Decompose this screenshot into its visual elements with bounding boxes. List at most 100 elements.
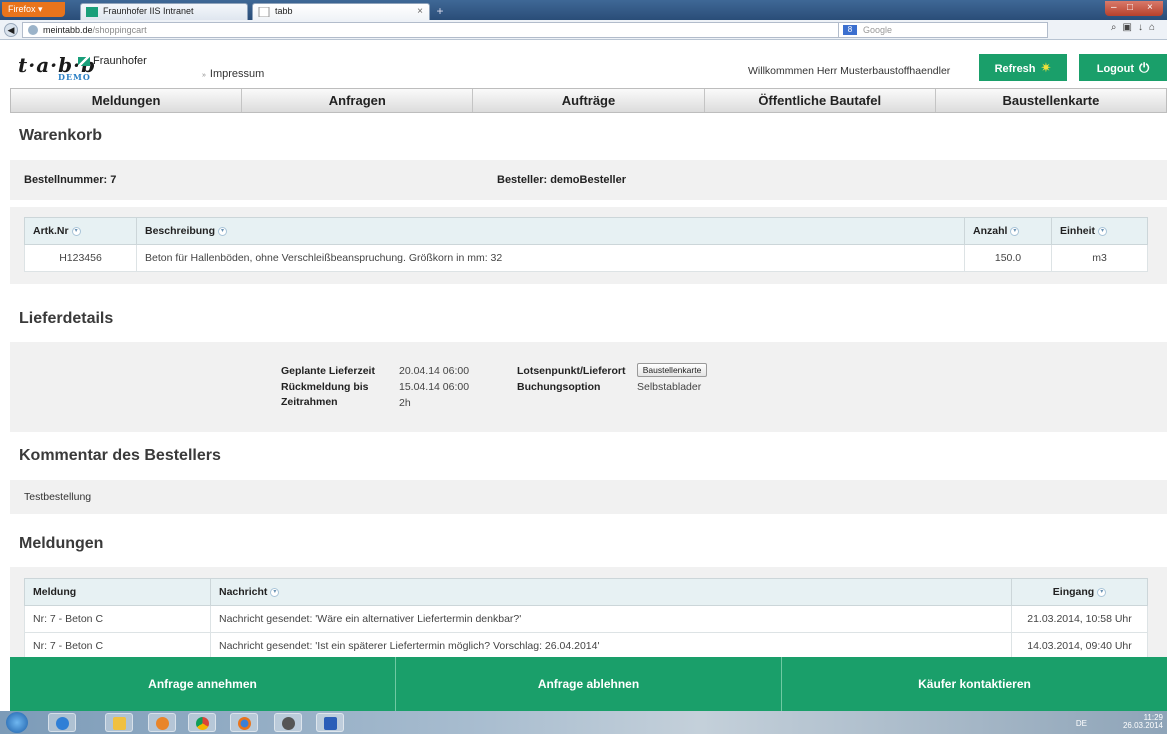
sort-icon[interactable]: ▾ bbox=[218, 226, 228, 236]
page-favicon-icon bbox=[258, 7, 270, 17]
messages-table: Meldung Nachricht ▾ Eingang ▾ Nr: 7 - Beto… bbox=[24, 578, 1148, 657]
column-label: Nachricht bbox=[219, 586, 268, 598]
planned-time-value: 20.04.14 06:00 bbox=[399, 365, 470, 377]
refresh-sun-icon: ✷ bbox=[1040, 60, 1052, 75]
accept-request-button[interactable]: Anfrage annehmen bbox=[10, 657, 396, 711]
firefox-menu-button[interactable]: Firefox ▾ bbox=[2, 2, 65, 17]
order-info-panel: Bestellnummer: 7 Besteller: demoBestelle… bbox=[10, 160, 1167, 200]
column-label: Beschreibung bbox=[145, 225, 216, 237]
table-row[interactable]: Nr: 7 - Beton C Nachricht gesendet: 'Ist… bbox=[24, 632, 1148, 657]
app-taskbar-icon[interactable] bbox=[274, 713, 302, 732]
cart-table: Artk.Nr ▾ Beschreibung ▾ Anzahl ▾ Einheit ▾ … bbox=[24, 217, 1148, 272]
windows-taskbar: DE 11:29 26.03.2014 bbox=[0, 711, 1167, 734]
table-row[interactable]: Nr: 7 - Beton C Nachricht gesendet: 'Wär… bbox=[24, 605, 1148, 633]
column-header-artnr[interactable]: Artk.Nr ▾ bbox=[24, 217, 137, 245]
firefox-taskbar-icon[interactable] bbox=[230, 713, 258, 732]
download-icon[interactable]: ↓ bbox=[1138, 22, 1149, 33]
browser-nav-bar: ◀ meintabb.de/shoppingcart 8 Google ⌕▣↓⌂ bbox=[0, 20, 1167, 40]
fraunhofer-logo: Fraunhofer bbox=[78, 55, 147, 67]
start-button-icon[interactable] bbox=[6, 712, 28, 733]
language-indicator[interactable]: DE bbox=[1076, 720, 1087, 728]
sort-icon[interactable]: ▾ bbox=[1010, 226, 1020, 236]
comment-text: Testbestellung bbox=[24, 491, 92, 503]
firefox-menu-label: Firefox bbox=[8, 4, 36, 14]
sort-icon[interactable]: ▾ bbox=[1097, 587, 1107, 597]
messages-title: Meldungen bbox=[19, 535, 104, 552]
system-tray: DE 11:29 26.03.2014 bbox=[1076, 714, 1163, 730]
contact-buyer-button[interactable]: Käufer kontaktieren bbox=[782, 657, 1167, 711]
planned-time-label: Geplante Lieferzeit bbox=[281, 365, 375, 377]
nav-auftraege[interactable]: Aufträge bbox=[473, 89, 705, 112]
fraunhofer-favicon-icon bbox=[86, 7, 98, 17]
refresh-label: Refresh bbox=[994, 63, 1036, 75]
home-icon[interactable]: ⌂ bbox=[1149, 22, 1161, 33]
column-header-anzahl[interactable]: Anzahl ▾ bbox=[964, 217, 1052, 245]
nav-baustellenkarte[interactable]: Baustellenkarte bbox=[936, 89, 1166, 112]
cell-meldung: Nr: 7 - Beton C bbox=[24, 632, 211, 657]
timeframe-label: Zeitrahmen bbox=[281, 396, 338, 408]
cell-eingang: 14.03.2014, 09:40 Uhr bbox=[1011, 632, 1148, 657]
fraunhofer-label: Fraunhofer bbox=[93, 55, 147, 67]
page-content: Warenkorb Bestellnummer: 7 Besteller: de… bbox=[0, 114, 1167, 657]
table-header-row: Meldung Nachricht ▾ Eingang ▾ bbox=[24, 578, 1148, 606]
cell-nachricht: Nachricht gesendet: 'Wäre ein alternativ… bbox=[210, 605, 1012, 633]
browser-toolbar-icons: ⌕▣↓⌂ bbox=[1111, 22, 1161, 33]
sort-icon[interactable]: ▾ bbox=[71, 226, 81, 236]
tab-tabb[interactable]: tabb × bbox=[252, 3, 430, 20]
explorer-taskbar-icon[interactable] bbox=[105, 713, 133, 732]
sort-icon[interactable]: ▾ bbox=[1098, 226, 1108, 236]
column-header-beschreibung[interactable]: Beschreibung ▾ bbox=[136, 217, 965, 245]
delivery-title: Lieferdetails bbox=[19, 310, 114, 327]
minimize-icon[interactable]: – bbox=[1111, 1, 1117, 15]
column-header-meldung[interactable]: Meldung bbox=[24, 578, 211, 606]
power-icon: ⏻ bbox=[1138, 60, 1150, 75]
booking-value: Selbstablader bbox=[637, 381, 702, 393]
search-placeholder: Google bbox=[863, 25, 893, 35]
bookmarks-icon[interactable]: ▣ bbox=[1123, 22, 1138, 33]
nav-anfragen[interactable]: Anfragen bbox=[242, 89, 474, 112]
refresh-button[interactable]: Refresh ✷ bbox=[979, 54, 1067, 81]
word-taskbar-icon[interactable] bbox=[316, 713, 344, 732]
app-header: t·a·b·b DEMO Fraunhofer » Impressum Willk… bbox=[0, 41, 1167, 88]
order-number: Bestellnummer: 7 bbox=[24, 174, 117, 186]
chrome-taskbar-icon[interactable] bbox=[188, 713, 216, 732]
back-arrow-icon[interactable]: ◀ bbox=[4, 23, 18, 37]
column-label: Eingang bbox=[1052, 586, 1095, 598]
close-tab-icon[interactable]: × bbox=[417, 4, 423, 19]
fraunhofer-wave-icon bbox=[78, 56, 90, 66]
url-bar[interactable]: meintabb.de/shoppingcart bbox=[22, 22, 892, 38]
baustellenkarte-button[interactable]: Baustellenkarte bbox=[637, 363, 707, 377]
feedback-until-value: 15.04.14 06:00 bbox=[399, 381, 470, 393]
site-identity-icon[interactable] bbox=[28, 25, 38, 35]
nav-meldungen[interactable]: Meldungen bbox=[11, 89, 243, 112]
nav-oeffentliche-bautafel[interactable]: Öffentliche Bautafel bbox=[705, 89, 936, 112]
browser-tab-bar: Firefox ▾ Fraunhofer IIS Intranet tabb ×… bbox=[0, 0, 1167, 20]
feedback-until-label: Rückmeldung bis bbox=[281, 381, 369, 393]
new-tab-button[interactable]: + bbox=[432, 4, 448, 19]
search-input[interactable]: 8 Google bbox=[838, 22, 1048, 38]
close-window-icon[interactable]: × bbox=[1147, 1, 1153, 15]
search-icon[interactable]: ⌕ bbox=[1111, 22, 1123, 33]
sort-icon[interactable]: ▾ bbox=[270, 587, 280, 597]
logout-button[interactable]: Logout ⏻ bbox=[1079, 54, 1167, 81]
impressum-label: Impressum bbox=[209, 68, 265, 80]
column-header-nachricht[interactable]: Nachricht ▾ bbox=[210, 578, 1012, 606]
cell-meldung: Nr: 7 - Beton C bbox=[24, 605, 211, 633]
maximize-icon[interactable]: □ bbox=[1127, 1, 1133, 15]
table-row[interactable]: H123456 Beton für Hallenböden, ohne Vers… bbox=[24, 244, 1148, 272]
column-header-eingang[interactable]: Eingang ▾ bbox=[1011, 578, 1148, 606]
column-label: Meldung bbox=[33, 586, 77, 598]
comment-title: Kommentar des Bestellers bbox=[19, 447, 221, 464]
column-header-einheit[interactable]: Einheit ▾ bbox=[1051, 217, 1148, 245]
ie-taskbar-icon[interactable] bbox=[48, 713, 76, 732]
tab-fraunhofer-intranet[interactable]: Fraunhofer IIS Intranet bbox=[80, 3, 248, 20]
link-bullet-icon: » bbox=[202, 72, 206, 79]
clock-date[interactable]: 26.03.2014 bbox=[1123, 722, 1163, 730]
reject-request-button[interactable]: Anfrage ablehnen bbox=[396, 657, 782, 711]
cell-anzahl: 150.0 bbox=[964, 244, 1052, 272]
cell-nachricht: Nachricht gesendet: 'Ist ein späterer Li… bbox=[210, 632, 1012, 657]
orderer: Besteller: demoBesteller bbox=[497, 174, 626, 186]
media-player-taskbar-icon[interactable] bbox=[148, 713, 176, 732]
impressum-link[interactable]: » Impressum bbox=[202, 68, 264, 80]
comment-panel: Testbestellung bbox=[10, 480, 1167, 514]
